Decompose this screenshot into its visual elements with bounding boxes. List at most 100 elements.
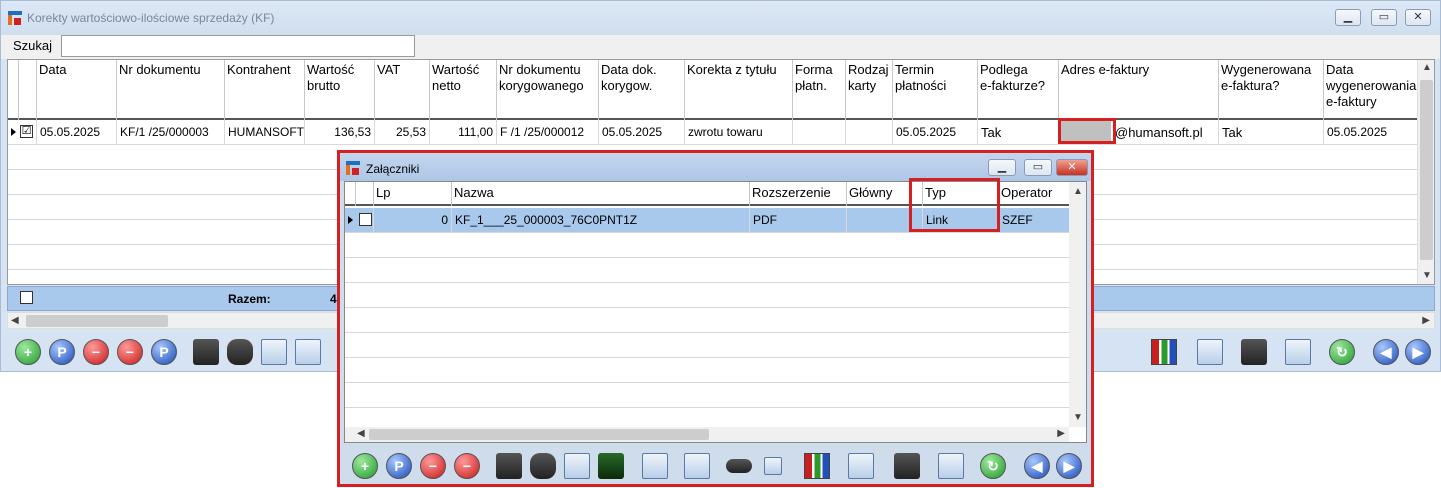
cell-brutto: 136,53 [304,120,374,145]
table-header: Data Nr dokumentu Kontrahent Wartość bru… [8,60,1418,120]
preview-icon[interactable] [684,453,710,479]
cell-operator: SZEF [998,208,1069,233]
binoculars-icon[interactable] [227,339,253,365]
h-scroll-thumb[interactable] [26,315,168,327]
binoculars-icon[interactable] [530,453,556,479]
chart-icon[interactable] [1151,339,1177,365]
dialog-minimize-button[interactable]: ▁ [988,159,1016,176]
print-icon[interactable] [496,453,522,479]
document-icon[interactable] [848,453,874,479]
column-header-operator[interactable]: Operator [998,182,1069,206]
column-header-wygenerowana[interactable]: Wygenerowana e-faktura? [1218,60,1323,120]
table-row[interactable]: ☑ 05.05.2025 KF/1 /25/000003 HUMANSOFT 1… [8,120,1418,145]
scroll-up-icon[interactable]: ▲ [1073,186,1083,197]
formula-icon[interactable] [598,453,624,479]
scroll-right-icon[interactable]: ▶ [1057,428,1065,439]
dialog-title-bar: Załączniki ▁ ▭ ✕ [340,153,1091,181]
close-button[interactable]: ✕ [1405,9,1431,26]
dialog-horizontal-scrollbar[interactable]: ◀ ▶ [345,427,1069,442]
delete-checked-icon[interactable]: − [117,339,143,365]
column-header-wartosc-netto[interactable]: Wartość netto [429,60,496,120]
column-header-data-korygow[interactable]: Data dok. korygow. [598,60,684,120]
delete-icon[interactable]: − [83,339,109,365]
cell-data: 05.05.2025 [36,120,116,145]
cell-kontrahent: HUMANSOFT [224,120,304,145]
edit-icon[interactable]: P [49,339,75,365]
empty-row [345,233,1069,258]
cell-forma [792,120,845,145]
delete-icon[interactable]: − [420,453,446,479]
column-header-nazwa[interactable]: Nazwa [451,182,749,206]
refresh-icon[interactable]: ↻ [980,453,1006,479]
dialog-vertical-scrollbar[interactable]: ▲ ▼ [1069,182,1086,427]
scroll-down-icon[interactable]: ▼ [1073,412,1083,423]
save-icon[interactable] [894,453,920,479]
scroll-left-icon[interactable]: ◀ [11,315,19,326]
column-header-nr-dokumentu[interactable]: Nr dokumentu [116,60,224,120]
delete-checked-icon[interactable]: − [454,453,480,479]
first-page-icon[interactable]: ◀ [1373,339,1399,365]
empty-row [345,308,1069,333]
edit-icon[interactable]: P [386,453,412,479]
totals-checkbox[interactable] [20,291,33,304]
search-label: Szukaj [13,38,53,53]
documents-icon[interactable] [295,339,321,365]
scroll-right-icon[interactable]: ▶ [1422,315,1430,326]
column-header-nr-korygowanego[interactable]: Nr dokumentu korygowanego [496,60,598,120]
attachment-checkbox[interactable] [359,213,372,226]
app-logo-icon [8,11,22,25]
minimize-button[interactable]: ▁ [1335,9,1361,26]
column-header-wartosc-brutto[interactable]: Wartość brutto [304,60,374,120]
add-icon[interactable]: + [352,453,378,479]
network-icon[interactable] [642,453,668,479]
save-icon[interactable] [1241,339,1267,365]
column-header-podlega-efakturze[interactable]: Podlega e-fakturze? [977,60,1058,120]
maximize-button[interactable]: ▭ [1371,9,1397,26]
scroll-left-icon[interactable]: ◀ [357,428,365,439]
empty-row [345,358,1069,383]
chart-icon[interactable] [804,453,830,479]
scroll-down-icon[interactable]: ▼ [1422,270,1432,281]
column-header-rodzaj-karty[interactable]: Rodzaj karty [845,60,892,120]
column-header-vat[interactable]: VAT [374,60,429,120]
column-header-select [18,60,36,120]
document-icon[interactable] [1197,339,1223,365]
windows-icon[interactable] [938,453,964,479]
column-header-kontrahent[interactable]: Kontrahent [224,60,304,120]
refresh-icon[interactable]: ↻ [1329,339,1355,365]
print-icon[interactable] [193,339,219,365]
cell-korekta-tytul: zwrotu towaru [684,120,792,145]
column-header-rozszerzenie[interactable]: Rozszerzenie [749,182,846,206]
windows-icon[interactable] [1285,339,1311,365]
current-row-indicator [11,128,16,136]
search-row: Szukaj [1,35,1440,59]
table-filter-icon[interactable] [261,339,287,365]
scroll-thumb[interactable] [1420,80,1433,260]
row-checkbox[interactable]: ☑ [20,125,33,138]
table-filter-icon[interactable] [564,453,590,479]
column-header-data-wygenerowania[interactable]: Data wygenerowania e-faktury [1323,60,1418,120]
post-icon[interactable]: P [151,339,177,365]
dialog-maximize-button[interactable]: ▭ [1024,159,1052,176]
small-doc-icon[interactable] [764,457,782,475]
scroll-up-icon[interactable]: ▲ [1422,62,1432,73]
last-page-icon[interactable]: ▶ [1405,339,1431,365]
last-page-icon[interactable]: ▶ [1056,453,1082,479]
column-header-korekta-tytul[interactable]: Korekta z tytułu [684,60,792,120]
column-header-data[interactable]: Data [36,60,116,120]
column-header-lp[interactable]: Lp [373,182,451,206]
column-header-adres-efaktury[interactable]: Adres e-faktury [1058,60,1218,120]
dialog-close-button[interactable]: ✕ [1056,159,1088,176]
email-highlight-box [1058,118,1116,144]
vertical-scrollbar[interactable]: ▲ ▼ [1417,60,1434,284]
glasses-icon[interactable] [726,459,752,473]
h-scroll-thumb[interactable] [369,429,709,440]
first-page-icon[interactable]: ◀ [1024,453,1050,479]
cell-wygenerowana: Tak [1218,120,1323,145]
column-header-forma-platn[interactable]: Forma płatn. [792,60,845,120]
column-header-termin-platnosci[interactable]: Termin płatności [892,60,977,120]
search-input[interactable] [61,35,415,57]
add-icon[interactable]: + [15,339,41,365]
totals-label: Razem: [228,292,271,306]
cell-lp: 0 [373,208,451,233]
